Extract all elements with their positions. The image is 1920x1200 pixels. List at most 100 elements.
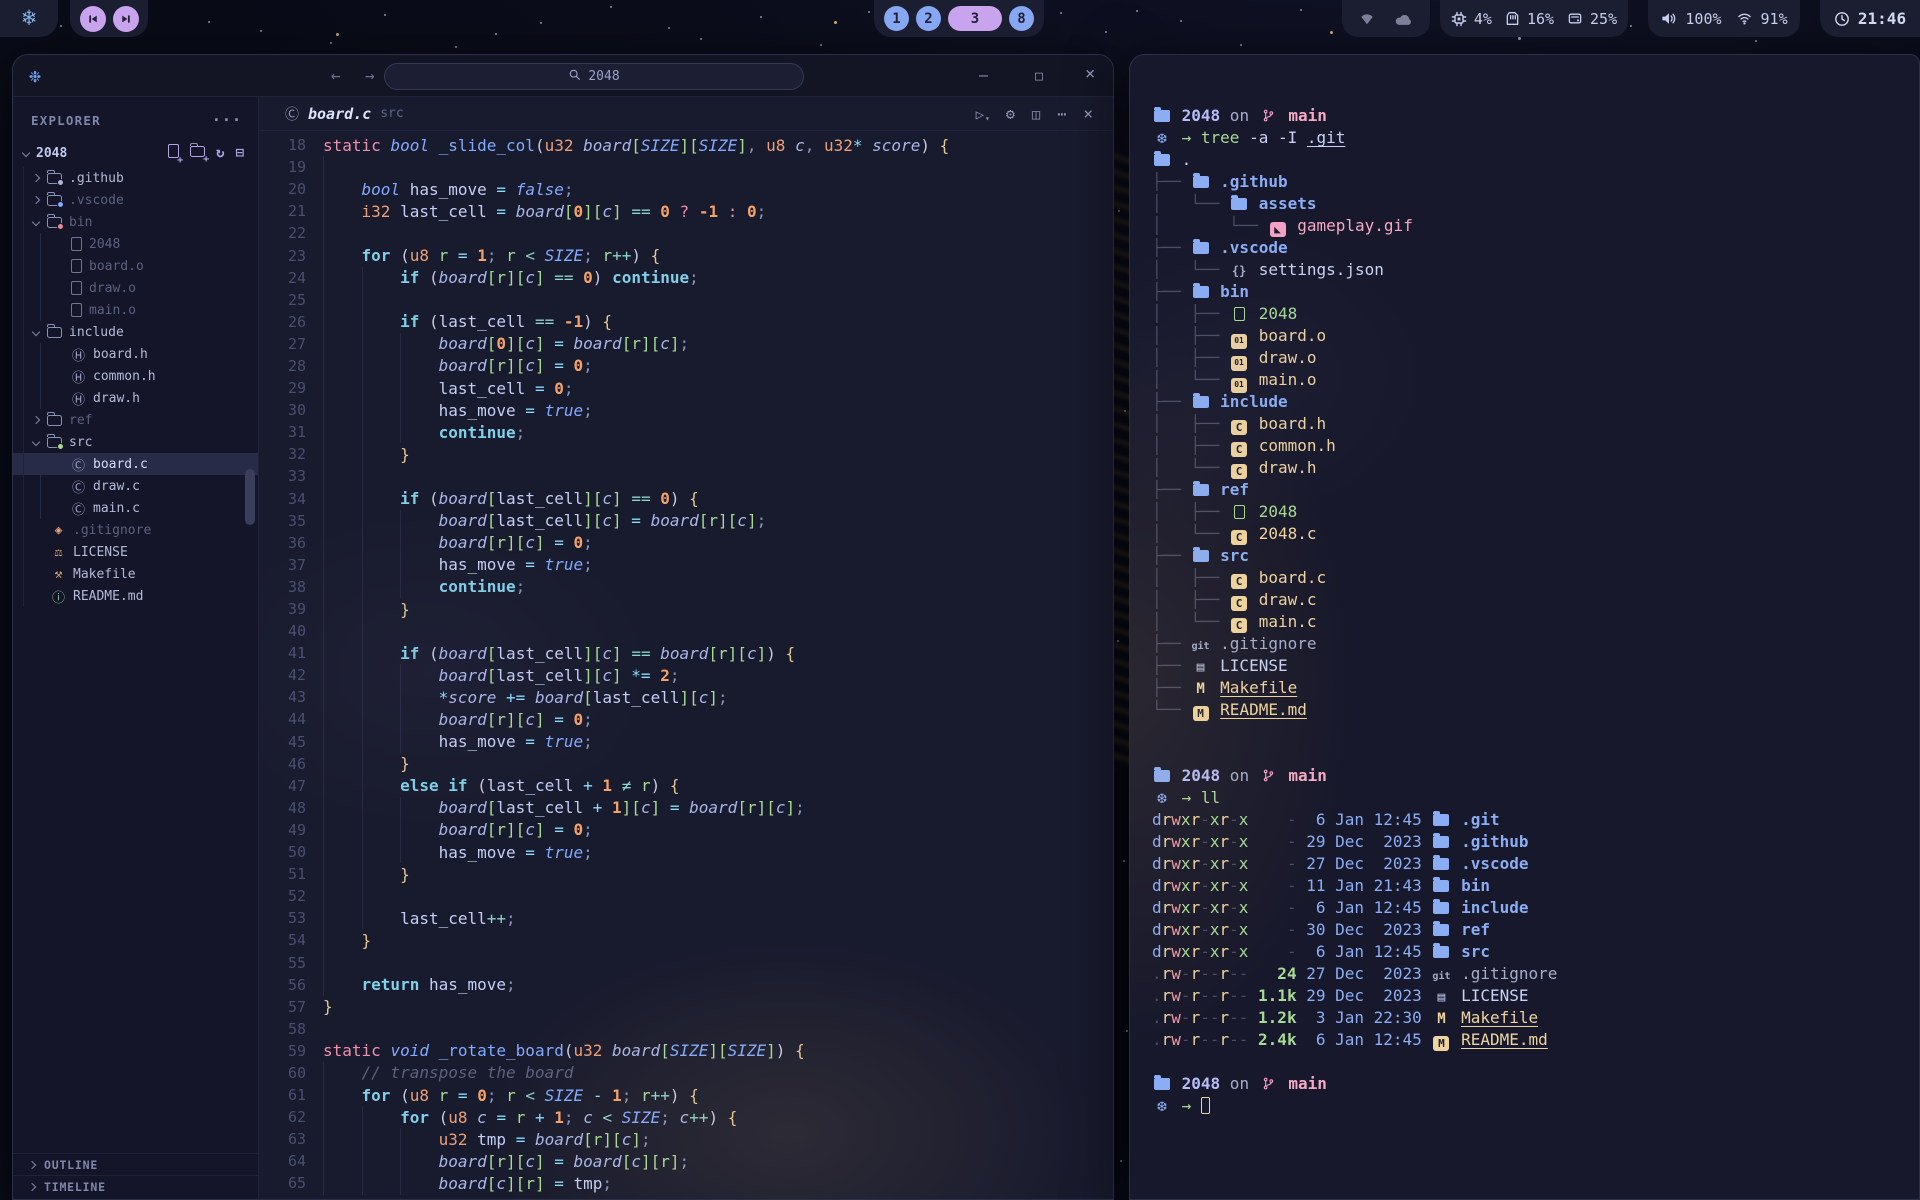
tree-item-main.o[interactable]: main.o bbox=[13, 299, 258, 321]
disk-icon bbox=[1567, 11, 1583, 26]
outline-section[interactable]: OUTLINE bbox=[13, 1153, 258, 1175]
workspace-button-2[interactable]: 2 bbox=[916, 6, 941, 31]
line-number: 32 bbox=[259, 445, 323, 463]
tree-item-Makefile[interactable]: ⚒Makefile bbox=[13, 563, 258, 585]
code-line-49: 49 board[r][c] = 0; bbox=[259, 819, 1113, 841]
more-actions-icon[interactable]: ⋯ bbox=[1057, 105, 1066, 123]
code-line-31: 31 continue; bbox=[259, 421, 1113, 443]
chevron-right-icon bbox=[28, 1182, 36, 1190]
tree-item-ref[interactable]: ref bbox=[13, 409, 258, 431]
indent-guide bbox=[323, 377, 324, 399]
code-line-56: 56 return has_move; bbox=[259, 974, 1113, 996]
close-tab-icon[interactable]: × bbox=[1083, 104, 1093, 123]
timeline-section[interactable]: TIMELINE bbox=[13, 1175, 258, 1197]
indent-guide bbox=[323, 267, 324, 289]
tree-item-label: Makefile bbox=[73, 567, 136, 582]
tree-item-draw.h[interactable]: Ⓗdraw.h bbox=[13, 387, 258, 409]
terminal-window[interactable]: 2048 on main❆ → tree -a -I .git .├── .gi… bbox=[1129, 54, 1920, 1200]
desktop: ❄ 1238 4% 16% 25% 100% 91% 21:46 bbox=[0, 0, 1920, 1200]
new-folder-icon[interactable]: + bbox=[190, 146, 205, 161]
clock-widget[interactable]: 21:46 bbox=[1820, 0, 1920, 37]
tree-item-draw.c[interactable]: Ⓒdraw.c bbox=[13, 475, 258, 497]
tree-item-draw.o[interactable]: draw.o bbox=[13, 277, 258, 299]
minimize-icon: — bbox=[979, 66, 988, 84]
tree-item-.gitignore[interactable]: ◈.gitignore bbox=[13, 519, 258, 541]
back-button[interactable]: ← bbox=[331, 66, 341, 85]
tree-item-common.h[interactable]: Ⓗcommon.h bbox=[13, 365, 258, 387]
terminal-line bbox=[1152, 1051, 1919, 1073]
tree-item-.github[interactable]: .github bbox=[13, 167, 258, 189]
indent-guide bbox=[400, 532, 401, 554]
terminal-line: 2048 on main bbox=[1152, 105, 1919, 127]
close-window-button[interactable]: × bbox=[1085, 64, 1095, 84]
tree-item-README.md[interactable]: ⓘREADME.md bbox=[13, 585, 258, 607]
tree-item-bin[interactable]: bin bbox=[13, 211, 258, 233]
tree-item-label: README.md bbox=[73, 589, 143, 604]
terminal-line: │ ├── 01 board.o bbox=[1152, 325, 1919, 347]
tree-item-include[interactable]: include bbox=[13, 321, 258, 343]
indent-guide bbox=[362, 841, 363, 863]
gear-icon[interactable]: ⚙ bbox=[1006, 105, 1015, 123]
indent-guide bbox=[362, 311, 363, 333]
nix-menu-button[interactable]: ❄ bbox=[0, 0, 58, 37]
terminal-line: │ └── C draw.h bbox=[1152, 457, 1919, 479]
c-file-icon: Ⓒ bbox=[71, 477, 86, 496]
minimize-button[interactable]: — bbox=[979, 66, 988, 84]
chevron-right-icon bbox=[28, 1160, 36, 1168]
tree-item-.vscode[interactable]: .vscode bbox=[13, 189, 258, 211]
split-editor-icon[interactable]: ◫ bbox=[1032, 105, 1040, 123]
nix-snowflake-icon: ❄ bbox=[22, 7, 36, 30]
timeline-label: TIMELINE bbox=[44, 1180, 106, 1194]
tree-item-board.o[interactable]: board.o bbox=[13, 255, 258, 277]
media-prev-button[interactable] bbox=[80, 6, 106, 32]
terminal-line: 2048 on main bbox=[1152, 1073, 1919, 1095]
forward-icon: → bbox=[365, 66, 375, 85]
explorer-more-button[interactable]: ··· bbox=[212, 111, 242, 129]
indent-guide bbox=[400, 355, 401, 377]
media-next-button[interactable] bbox=[113, 6, 139, 32]
tree-item-board.c[interactable]: Ⓒboard.c bbox=[13, 453, 258, 475]
line-number: 56 bbox=[259, 976, 323, 994]
command-center-search[interactable]: 2048 bbox=[384, 63, 804, 90]
explorer-root-folder[interactable]: 2048 ++↻⊟ bbox=[13, 141, 258, 165]
tree-item-board.h[interactable]: Ⓗboard.h bbox=[13, 343, 258, 365]
new-file-icon[interactable]: + bbox=[168, 144, 179, 162]
code-line-32: 32 } bbox=[259, 443, 1113, 465]
sidebar-scrollbar[interactable] bbox=[245, 469, 255, 525]
indent-guide bbox=[362, 465, 363, 487]
workspace-button-1[interactable]: 1 bbox=[884, 6, 909, 31]
line-number: 51 bbox=[259, 865, 323, 883]
refresh-icon[interactable]: ↻ bbox=[216, 145, 224, 161]
tree-item-main.c[interactable]: Ⓒmain.c bbox=[13, 497, 258, 519]
code-line-26: 26 if (last_cell == -1) { bbox=[259, 311, 1113, 333]
run-button[interactable]: ▷▾ bbox=[976, 105, 989, 123]
folder-icon bbox=[1191, 479, 1211, 501]
code-line-62: 62 for (u8 c = r + 1; c < SIZE; c++) { bbox=[259, 1106, 1113, 1128]
vscode-titlebar[interactable]: ❉ ← → 2048 — □ × bbox=[13, 55, 1113, 97]
forward-button[interactable]: → bbox=[365, 66, 375, 85]
line-number: 30 bbox=[259, 401, 323, 419]
weather-widget[interactable] bbox=[1342, 0, 1430, 37]
maximize-button[interactable]: □ bbox=[1035, 66, 1043, 84]
indent-guide bbox=[362, 907, 363, 929]
object-file-icon: 01 bbox=[1229, 347, 1249, 371]
terminal-line: │ └── C 2048.c bbox=[1152, 523, 1919, 545]
tree-item-LICENSE[interactable]: ⚖LICENSE bbox=[13, 541, 258, 563]
indent-guide bbox=[400, 399, 401, 421]
editor-tab[interactable]: Ⓒ board.c src ▷▾⚙◫⋯× bbox=[259, 97, 1113, 131]
tree-item-src[interactable]: src bbox=[13, 431, 258, 453]
indent-guide bbox=[400, 819, 401, 841]
line-number: 58 bbox=[259, 1020, 323, 1038]
code-line-36: 36 board[r][c] = 0; bbox=[259, 532, 1113, 554]
terminal-line: │ └── 01 main.o bbox=[1152, 369, 1919, 391]
tree-item-2048[interactable]: 2048 bbox=[13, 233, 258, 255]
tree-item-label: ref bbox=[69, 413, 92, 428]
collapse-all-icon[interactable]: ⊟ bbox=[236, 145, 244, 161]
line-number: 47 bbox=[259, 777, 323, 795]
code-editor[interactable]: 18static bool _slide_col(u32 board[SIZE]… bbox=[259, 131, 1113, 1199]
line-number: 62 bbox=[259, 1108, 323, 1126]
chevron-right-icon bbox=[32, 174, 40, 182]
code-line-33: 33 bbox=[259, 465, 1113, 487]
workspace-button-3[interactable]: 3 bbox=[948, 6, 1002, 31]
workspace-button-8[interactable]: 8 bbox=[1009, 6, 1034, 31]
